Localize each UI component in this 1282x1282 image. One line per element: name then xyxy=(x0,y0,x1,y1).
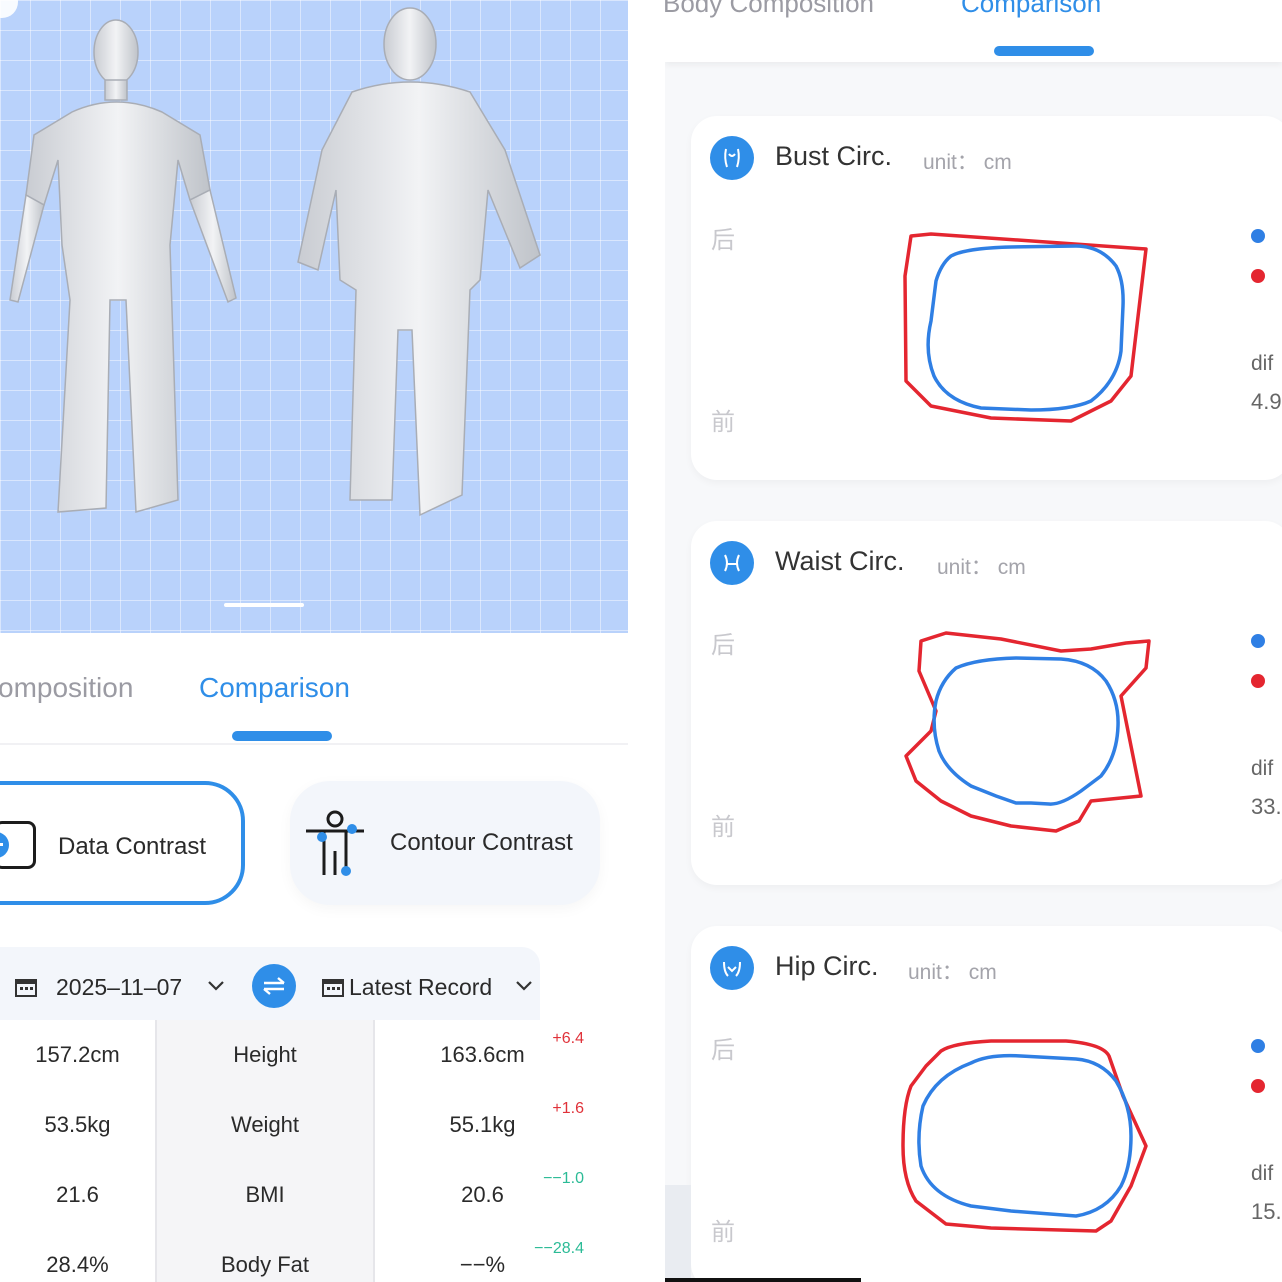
table-row: 157.2cm Height 163.6cm +6.4 xyxy=(0,1020,590,1090)
right-record-value[interactable]: Latest Record xyxy=(349,974,492,1001)
legend-red-dot xyxy=(1251,674,1265,688)
data-contrast-button[interactable]: Data Contrast xyxy=(0,781,245,905)
swap-button[interactable] xyxy=(252,964,296,1008)
table-row: 21.6 BMI 20.6 −−1.0 xyxy=(0,1160,590,1230)
bottom-line xyxy=(665,1278,861,1282)
diff-badge: +6.4 xyxy=(552,1030,584,1047)
diff-value: 4.9 xyxy=(1251,389,1282,414)
tab-bar-left: omposition Comparison xyxy=(0,640,628,745)
active-tab-indicator xyxy=(232,731,332,741)
hip-contour-chart xyxy=(901,1039,1148,1233)
tab-comparison-right[interactable]: Comparison xyxy=(961,0,1101,19)
screen: omposition Comparison Data Contrast Cont… xyxy=(0,0,1282,1282)
legend-blue-dot xyxy=(1251,229,1265,243)
diff-badge: −−1.0 xyxy=(543,1170,584,1187)
metric-name: Body Fat xyxy=(157,1230,373,1282)
3d-body-viewer[interactable] xyxy=(0,0,628,633)
diff-badge: −−28.4 xyxy=(534,1240,584,1257)
body-models xyxy=(9,7,541,517)
table-row: 53.5kg Weight 55.1kg +1.6 xyxy=(0,1090,590,1160)
diff-value: 15. xyxy=(1251,1199,1282,1224)
left-value: 157.2cm xyxy=(0,1020,155,1090)
calendar-icon-right xyxy=(322,979,344,997)
legend-blue-dot xyxy=(1251,1039,1265,1053)
chevron-down-icon[interactable] xyxy=(207,980,225,992)
body-model-left[interactable] xyxy=(9,19,237,513)
active-tab-indicator-right xyxy=(994,46,1094,56)
metric-name: Weight xyxy=(157,1090,373,1160)
tab-bar-right: Body Composition Comparison xyxy=(665,0,1282,62)
waist-circ-card: Waist Circ. unit： cm 后 前 dif 33. xyxy=(691,521,1282,885)
left-value: 53.5kg xyxy=(0,1090,155,1160)
calendar-icon xyxy=(15,979,37,997)
home-indicator xyxy=(224,603,304,607)
right-panel: Body Composition Comparison Bust Circ. u… xyxy=(665,0,1282,1282)
hip-circ-card: Hip Circ. unit： cm 后 前 dif 15. xyxy=(691,926,1282,1282)
table-row: 28.4% Body Fat −−% −−28.4 xyxy=(0,1230,590,1282)
data-contrast-label: Data Contrast xyxy=(58,833,207,860)
data-contrast-icon xyxy=(0,821,36,869)
chevron-down-icon-right[interactable] xyxy=(515,980,533,992)
metric-name: BMI xyxy=(157,1160,373,1230)
left-panel: omposition Comparison Data Contrast Cont… xyxy=(0,0,628,1282)
left-value: 28.4% xyxy=(0,1230,155,1282)
body-contour-icon xyxy=(306,810,364,876)
contour-contrast-button[interactable]: Contour Contrast xyxy=(290,781,600,905)
diff-label: dif xyxy=(1251,1162,1274,1185)
bust-circ-card: Bust Circ. unit： cm 后 前 dif 4.9 xyxy=(691,116,1282,480)
bust-contour-chart xyxy=(903,232,1148,423)
swap-icon xyxy=(263,977,285,995)
bottom-strip xyxy=(665,1185,691,1282)
metric-name: Height xyxy=(157,1020,373,1090)
legend-red-dot xyxy=(1251,1079,1265,1093)
waist-contour-chart xyxy=(904,631,1151,833)
diff-label: dif xyxy=(1251,757,1274,780)
tab-body-composition[interactable]: omposition xyxy=(0,672,133,704)
body-model-right[interactable] xyxy=(297,7,541,517)
legend-blue-dot xyxy=(1251,634,1265,648)
diff-badge: +1.6 xyxy=(552,1100,584,1117)
diff-value: 33. xyxy=(1251,794,1282,819)
left-date-value[interactable]: 2025–11–07 xyxy=(56,974,182,1001)
tab-comparison[interactable]: Comparison xyxy=(199,672,350,704)
contour-contrast-label: Contour Contrast xyxy=(390,829,573,856)
tab-body-composition-right[interactable]: Body Composition xyxy=(665,0,874,19)
legend-red-dot xyxy=(1251,269,1265,283)
diff-label: dif xyxy=(1251,352,1274,375)
left-value: 21.6 xyxy=(0,1160,155,1230)
